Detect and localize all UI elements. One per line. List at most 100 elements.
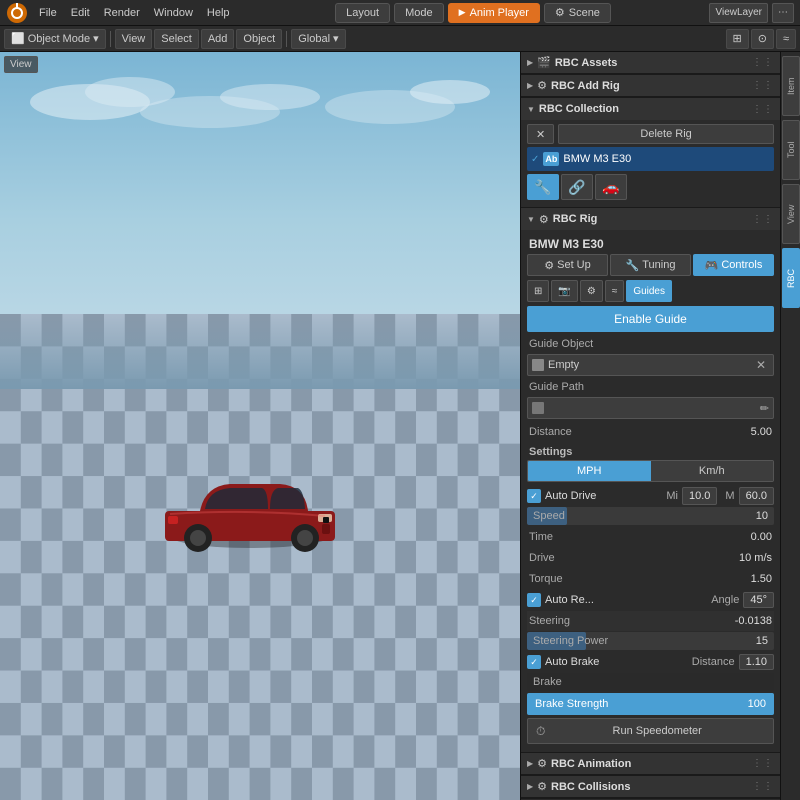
main-toolbar: ⬜ Object Mode ▾ View Select Add Object G… xyxy=(0,26,800,52)
extra-btn1[interactable]: ⋯ xyxy=(772,3,794,23)
vtab-item[interactable]: Item xyxy=(782,56,800,116)
time-value[interactable]: 0.00 xyxy=(732,531,772,543)
guide-path-row[interactable]: ✏ xyxy=(527,397,774,419)
subtab-settings[interactable]: ⚙ xyxy=(580,280,603,302)
rbc-collection-header[interactable]: ▼ RBC Collection ⋮⋮ xyxy=(521,98,780,120)
enable-guide-btn[interactable]: Enable Guide xyxy=(527,306,774,332)
right-panel: ▶ 🎬 RBC Assets ⋮⋮ ▶ ⚙ RBC Add Rig ⋮⋮ ▼ R… xyxy=(520,52,780,800)
pencil-icon[interactable]: ✏ xyxy=(760,402,769,415)
select-btn[interactable]: Select xyxy=(154,29,199,49)
tab-anim-player[interactable]: ▶ Anim Player xyxy=(448,3,540,23)
viewlayer-btn[interactable]: ViewLayer xyxy=(709,3,768,23)
animation-triangle: ▶ xyxy=(527,759,533,768)
tab-scene[interactable]: ⚙ Scene xyxy=(544,3,611,23)
global-btn[interactable]: Global ▾ xyxy=(291,29,345,49)
drive-value[interactable]: 10 m/s xyxy=(732,552,772,564)
speedometer-icon: ⏱ xyxy=(536,724,545,739)
subtab-waves[interactable]: ≈ xyxy=(605,280,625,302)
rig-subtabs: ⊞ 📷 ⚙ ≈ Guides xyxy=(527,280,774,302)
menu-file[interactable]: File xyxy=(32,0,64,26)
collisions-triangle: ▶ xyxy=(527,782,533,791)
menu-help[interactable]: Help xyxy=(200,0,237,26)
icon-link[interactable]: 🔗 xyxy=(561,174,593,200)
menu-window[interactable]: Window xyxy=(147,0,200,26)
extras-btn[interactable]: ≈ xyxy=(776,29,796,49)
snap-btn[interactable]: ⊞ xyxy=(726,29,749,49)
car-name: BMW M3 E30 xyxy=(563,153,770,165)
rbc-animation-header[interactable]: ▶ ⚙ RBC Animation ⋮⋮ xyxy=(521,753,780,775)
icon-car[interactable]: 🚗 xyxy=(595,174,627,200)
angle-label: Angle xyxy=(711,594,739,606)
menu-edit[interactable]: Edit xyxy=(64,0,97,26)
guide-object-row[interactable]: Empty ✕ xyxy=(527,354,774,376)
rbc-addrig-header[interactable]: ▶ ⚙ RBC Add Rig ⋮⋮ xyxy=(521,75,780,97)
toggle-kmh[interactable]: Km/h xyxy=(651,461,774,481)
top-menu-bar: File Edit Render Window Help Layout Mode… xyxy=(0,0,800,26)
collection-title: RBC Collection xyxy=(539,103,748,115)
rig-icon: ⚙ xyxy=(539,213,549,226)
menu-render[interactable]: Render xyxy=(97,0,147,26)
autore-checkbox[interactable]: ✓ xyxy=(527,593,541,607)
icon-wrench[interactable]: 🔧 xyxy=(527,174,559,200)
guide-path-label: Guide Path xyxy=(527,379,774,395)
tab-controls[interactable]: 🎮 Controls xyxy=(693,254,774,276)
guide-object-clear[interactable]: ✕ xyxy=(753,357,769,373)
subtab-grid[interactable]: ⊞ xyxy=(527,280,549,302)
add-btn[interactable]: Add xyxy=(201,29,235,49)
assets-title: RBC Assets xyxy=(555,57,748,69)
autobrake-checkbox[interactable]: ✓ xyxy=(527,655,541,669)
right-vtabs: Item Tool View RBC xyxy=(780,52,800,800)
torque-value[interactable]: 1.50 xyxy=(732,573,772,585)
proportional-btn[interactable]: ⊙ xyxy=(751,29,774,49)
tab-mode[interactable]: Mode xyxy=(394,3,444,23)
steering-power-value: 15 xyxy=(756,635,768,647)
run-speedometer-row[interactable]: ⏱ Run Speedometer xyxy=(527,718,774,744)
rbc-rig-header[interactable]: ▼ ⚙ RBC Rig ⋮⋮ xyxy=(521,208,780,230)
tab-layout[interactable]: Layout xyxy=(335,3,390,23)
dist-value[interactable]: 1.10 xyxy=(739,654,774,670)
drive-label: Drive xyxy=(529,552,732,564)
close-rig-btn[interactable]: ✕ xyxy=(527,124,554,144)
steering-power-bar[interactable]: Steering Power 15 xyxy=(527,632,774,650)
collisions-title: RBC Collisions xyxy=(551,781,748,793)
rig-triangle: ▼ xyxy=(527,215,535,224)
steering-value[interactable]: -0.0138 xyxy=(735,615,772,627)
brake-strength-bar[interactable]: Brake Strength 100 xyxy=(527,693,774,715)
path-icon xyxy=(532,402,544,414)
view-btn[interactable]: View xyxy=(115,29,153,49)
mi-label: Mi xyxy=(666,490,678,502)
subtab-camera[interactable]: 📷 xyxy=(551,280,577,302)
rbc-animation-section: ▶ ⚙ RBC Animation ⋮⋮ xyxy=(521,753,780,776)
rbc-collisions-header[interactable]: ▶ ⚙ RBC Collisions ⋮⋮ xyxy=(521,776,780,798)
menu-right: ViewLayer ⋯ xyxy=(709,3,800,23)
tab-tuning[interactable]: 🔧 Tuning xyxy=(610,254,691,276)
viewport-menu-view[interactable]: View xyxy=(4,56,38,73)
m-value[interactable]: 60.0 xyxy=(739,487,774,505)
distance-value[interactable]: 5.00 xyxy=(732,426,772,438)
tuning-label: Tuning xyxy=(642,259,675,271)
object-btn[interactable]: Object xyxy=(236,29,282,49)
mi-value[interactable]: 10.0 xyxy=(682,487,717,505)
delete-rig-btn[interactable]: Delete Rig xyxy=(558,124,774,144)
collection-icon-row: 🔧 🔗 🚗 xyxy=(527,174,774,200)
car-entry[interactable]: ✓ Ab BMW M3 E30 xyxy=(527,147,774,171)
blender-logo-icon xyxy=(6,2,28,24)
dropdown-icon: ▾ xyxy=(93,32,99,45)
addrig-dots: ⋮⋮ xyxy=(752,80,774,91)
angle-value[interactable]: 45° xyxy=(743,592,774,608)
speed-bar-row[interactable]: Speed 10 xyxy=(527,507,774,525)
anim-icon: ▶ xyxy=(459,7,466,18)
clouds-svg xyxy=(0,62,520,142)
vtab-tool[interactable]: Tool xyxy=(782,120,800,180)
vtab-view[interactable]: View xyxy=(782,184,800,244)
subtab-guides[interactable]: Guides xyxy=(626,280,672,302)
rbc-assets-header[interactable]: ▶ 🎬 RBC Assets ⋮⋮ xyxy=(521,52,780,74)
object-mode-btn[interactable]: ⬜ Object Mode ▾ xyxy=(4,29,106,49)
speed-bar-value: 10 xyxy=(756,510,768,522)
auto-drive-checkbox[interactable]: ✓ xyxy=(527,489,541,503)
speed-bar-label: Speed xyxy=(533,510,756,522)
tab-setup[interactable]: ⚙ Set Up xyxy=(527,254,608,276)
vtab-rbc[interactable]: RBC xyxy=(782,248,800,308)
toggle-mph[interactable]: MPH xyxy=(528,461,651,481)
viewport[interactable]: View xyxy=(0,52,520,800)
